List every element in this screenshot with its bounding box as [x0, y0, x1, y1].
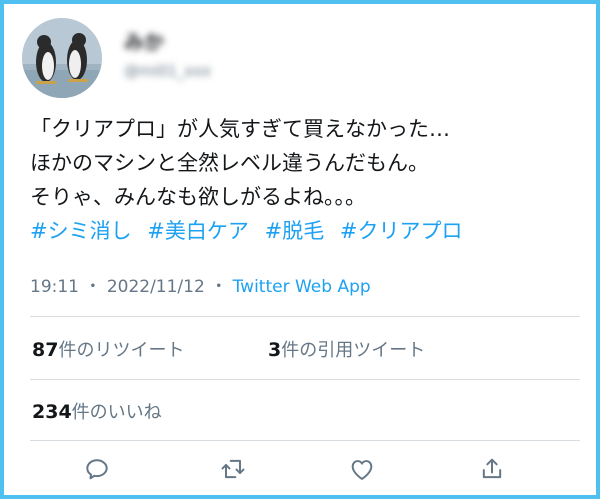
- hashtag-link[interactable]: #シミ消し: [30, 219, 132, 243]
- like-icon: [351, 460, 373, 480]
- divider: [30, 440, 580, 441]
- tweet-line: 「クリアプロ」が人気すぎて買えなかった…: [30, 117, 450, 141]
- hashtag-link[interactable]: #美白ケア: [147, 219, 249, 243]
- hashtag-row: #シミ消し #美白ケア #脱毛 #クリアプロ: [30, 214, 575, 248]
- quotes-stat[interactable]: 3件の引用ツイート: [268, 336, 425, 362]
- reply-icon: [86, 459, 108, 480]
- action-bar: [0, 452, 600, 486]
- tweet-date[interactable]: 2022/11/12: [107, 277, 205, 297]
- avatar[interactable]: [22, 18, 102, 98]
- quotes-label: 件の引用ツイート: [281, 340, 426, 361]
- retweet-icon: [221, 459, 245, 479]
- retweets-count: 87: [32, 339, 59, 361]
- hashtag-link[interactable]: #クリアプロ: [340, 219, 463, 243]
- user-handle[interactable]: @mi01_xxx: [124, 62, 211, 80]
- share-button[interactable]: [475, 452, 509, 486]
- reply-button[interactable]: [80, 452, 114, 486]
- display-name[interactable]: みか: [124, 26, 164, 55]
- tweet-source-link[interactable]: Twitter Web App: [233, 277, 371, 297]
- retweet-button[interactable]: [216, 452, 250, 486]
- tweet-time[interactable]: 19:11: [30, 277, 79, 297]
- likes-count: 234: [32, 401, 72, 423]
- tweet-line: ほかのマシンと全然レベル違うんだもん。: [30, 151, 429, 175]
- retweets-label: 件のリツイート: [58, 340, 185, 361]
- penguins-avatar-icon: [22, 18, 102, 98]
- divider: [30, 379, 580, 380]
- retweets-stat[interactable]: 87件のリツイート: [32, 336, 184, 362]
- tweet-line: そりゃ、みんなも欲しがるよね。。。: [30, 185, 366, 209]
- tweet-text: 「クリアプロ」が人気すぎて買えなかった… ほかのマシンと全然レベル違うんだもん。…: [30, 112, 575, 248]
- quotes-count: 3: [268, 339, 282, 361]
- hashtag-link[interactable]: #脱毛: [265, 219, 325, 243]
- divider: [30, 316, 580, 317]
- meta-separator: ・: [84, 277, 102, 297]
- likes-label: 件のいいね: [71, 402, 162, 423]
- like-button[interactable]: [345, 452, 379, 486]
- tweet-meta: 19:11 ・ 2022/11/12 ・ Twitter Web App: [30, 272, 371, 297]
- share-icon: [482, 458, 502, 479]
- likes-stat[interactable]: 234件のいいね: [32, 398, 162, 424]
- meta-separator: ・: [210, 277, 228, 297]
